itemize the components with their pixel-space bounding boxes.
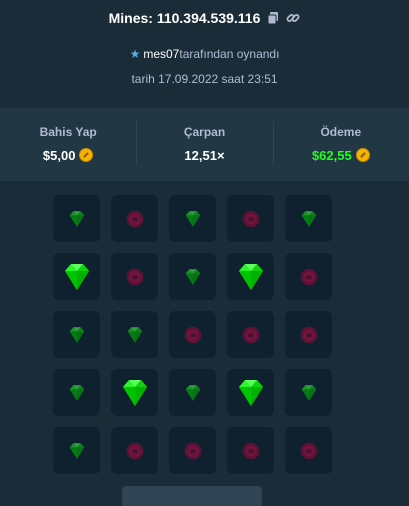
coin-icon bbox=[79, 148, 94, 162]
mine-icon bbox=[184, 442, 201, 459]
mine-tile bbox=[111, 427, 158, 474]
gem-icon bbox=[69, 326, 84, 343]
gem-tile-revealed bbox=[53, 253, 100, 300]
gem-icon bbox=[64, 263, 89, 290]
gem-tile bbox=[285, 195, 332, 242]
payout-stat: Ödeme $62,55 bbox=[272, 120, 409, 165]
gem-tile-revealed bbox=[227, 253, 274, 300]
gem-icon bbox=[69, 442, 84, 459]
bet-date: tarih 17.09.2022 saat 23:51 bbox=[131, 72, 278, 86]
gem-icon bbox=[69, 210, 84, 227]
gem-icon bbox=[122, 379, 147, 406]
mine-tile bbox=[285, 311, 332, 358]
bet-value: $5,00 bbox=[42, 147, 76, 163]
mine-icon bbox=[300, 326, 317, 343]
bet-value-row: $5,00 bbox=[43, 148, 94, 163]
mine-icon bbox=[300, 442, 317, 459]
gem-icon bbox=[69, 384, 84, 401]
mine-tile bbox=[227, 311, 274, 358]
mine-tile bbox=[285, 427, 332, 474]
bet-label: Bahis Yap bbox=[39, 124, 97, 139]
multiplier-value: 12,51× bbox=[184, 147, 225, 163]
gem-icon bbox=[185, 210, 200, 227]
game-header: Mines: 110.394.539.116 bbox=[0, 10, 409, 26]
copy-icon[interactable] bbox=[266, 11, 280, 25]
game-title: Mines: 110.394.539.116 bbox=[108, 10, 261, 26]
star-icon: ★ bbox=[129, 47, 141, 61]
gem-tile bbox=[53, 311, 100, 358]
bet-stats-panel: Bahis Yap $5,00 Çarpan 12,51× Ödeme $62,… bbox=[0, 108, 409, 181]
mine-icon bbox=[184, 326, 201, 343]
gem-tile bbox=[53, 427, 100, 474]
payout-label: Ödeme bbox=[320, 124, 362, 139]
gem-icon bbox=[185, 268, 200, 285]
gem-tile-revealed bbox=[227, 369, 274, 416]
mine-tile bbox=[169, 311, 216, 358]
mine-icon bbox=[126, 210, 143, 227]
mine-icon bbox=[126, 268, 143, 285]
bet-amount-stat: Bahis Yap $5,00 bbox=[0, 125, 136, 165]
bottom-button[interactable] bbox=[122, 486, 262, 506]
gem-icon bbox=[238, 379, 263, 406]
gem-tile bbox=[111, 311, 158, 358]
gem-icon bbox=[301, 384, 316, 401]
gem-tile bbox=[169, 253, 216, 300]
gem-tile bbox=[169, 369, 216, 416]
mine-tile bbox=[227, 195, 274, 242]
gem-icon bbox=[238, 263, 263, 290]
payout-value: $62,55 bbox=[311, 147, 352, 163]
gem-tile bbox=[53, 369, 100, 416]
gem-tile bbox=[53, 195, 100, 242]
player-name[interactable]: mes07 bbox=[143, 47, 179, 61]
mine-tile bbox=[285, 253, 332, 300]
gem-icon bbox=[185, 384, 200, 401]
gem-icon bbox=[127, 326, 142, 343]
multiplier-stat: Çarpan 12,51× bbox=[136, 120, 272, 165]
played-by-label: tarafından oynandı bbox=[179, 47, 280, 61]
mine-icon bbox=[126, 442, 143, 459]
gem-tile-revealed bbox=[111, 369, 158, 416]
mine-tile bbox=[111, 253, 158, 300]
gem-icon bbox=[301, 210, 316, 227]
mine-icon bbox=[242, 326, 259, 343]
mines-grid bbox=[53, 195, 332, 474]
mine-tile bbox=[111, 195, 158, 242]
coin-icon bbox=[355, 148, 370, 162]
gem-tile bbox=[169, 195, 216, 242]
title-row: Mines: 110.394.539.116 bbox=[0, 10, 409, 26]
multiplier-label: Çarpan bbox=[183, 124, 226, 139]
mine-icon bbox=[242, 442, 259, 459]
payout-value-row: $62,55 bbox=[312, 148, 370, 163]
mine-icon bbox=[300, 268, 317, 285]
gem-tile bbox=[285, 369, 332, 416]
mine-tile bbox=[169, 427, 216, 474]
played-by-row: ★ mes07tarafından oynandı bbox=[0, 47, 409, 61]
mine-tile bbox=[227, 427, 274, 474]
mine-icon bbox=[242, 210, 259, 227]
link-icon[interactable] bbox=[286, 11, 300, 25]
